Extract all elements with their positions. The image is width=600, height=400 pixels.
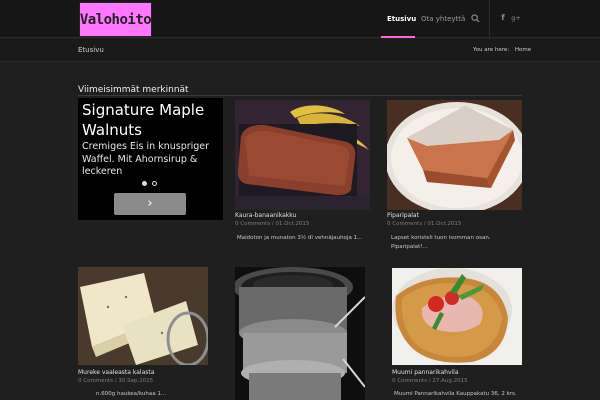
post-thumbnail-steamer-pot[interactable] [235, 267, 365, 400]
logo-text: Valohoito [79, 11, 152, 28]
ad-carousel-dots [142, 181, 157, 186]
ad-headline[interactable]: Signature Maple Walnuts [82, 100, 222, 140]
post-excerpt: Maidoton ja munaton 3½ dl vehnäjauhoja 1… [237, 235, 363, 241]
post-excerpt: n.600g haukea/kuhaa 1... [96, 391, 167, 397]
ad-body: Cremiges Eis in knuspriger Waffel. Mit A… [82, 141, 210, 177]
page-title: Etusivu [78, 46, 104, 54]
post-title[interactable]: Piparipalat [387, 212, 419, 219]
advertisement[interactable]: Signature Maple Walnuts Cremiges Eis in … [78, 98, 223, 220]
ad-next-button[interactable]: › [114, 193, 186, 215]
breadcrumb: You are here: Home [473, 47, 531, 53]
post-thumbnail-pancake[interactable] [392, 268, 522, 365]
site-logo[interactable]: Valohoito [79, 2, 152, 37]
nav-ota-yhteytta[interactable]: Ota yhteyttä [421, 15, 465, 23]
post-meta: 0 Comments / 30.Sep.2015 [78, 378, 154, 384]
post-excerpt: Muumi Pannarikahvila Kauppakatu 36, 2 kr… [394, 391, 517, 397]
post-title[interactable]: Kaura-banaanikakku [235, 212, 296, 219]
post-title[interactable]: Mureke vaaleasta kalasta [78, 369, 154, 376]
post-meta: 0 Comments / 01.Oct.2015 [387, 221, 462, 227]
nav-separator [489, 0, 490, 38]
nav-etusivu[interactable]: Etusivu [387, 15, 416, 23]
post-meta: 0 Comments / 01.Oct.2015 [235, 221, 310, 227]
post-meta: 0 Comments / 27.Aug.2015 [392, 378, 468, 384]
search-icon[interactable] [469, 12, 481, 24]
post-thumbnail-piparipalat[interactable] [387, 100, 522, 210]
post-thumbnail-fish-loaf[interactable] [78, 267, 208, 365]
carousel-dot[interactable] [142, 181, 147, 186]
post-thumbnail-banana-cake[interactable] [235, 100, 370, 210]
breadcrumb-prefix: You are here: [473, 47, 510, 53]
breadcrumb-home-link[interactable]: Home [515, 47, 531, 53]
facebook-icon[interactable]: f [497, 12, 509, 24]
google-plus-icon[interactable]: g+ [510, 12, 522, 24]
post-excerpt: Lapset koristeli tuon isomman osan. Pipa… [391, 235, 491, 250]
post-title[interactable]: Muumi pannarikahvila [392, 369, 459, 376]
section-divider [78, 95, 522, 96]
carousel-dot[interactable] [152, 181, 157, 186]
section-title: Viimeisimmät merkinnät [78, 85, 189, 95]
nav-active-indicator [381, 36, 415, 38]
